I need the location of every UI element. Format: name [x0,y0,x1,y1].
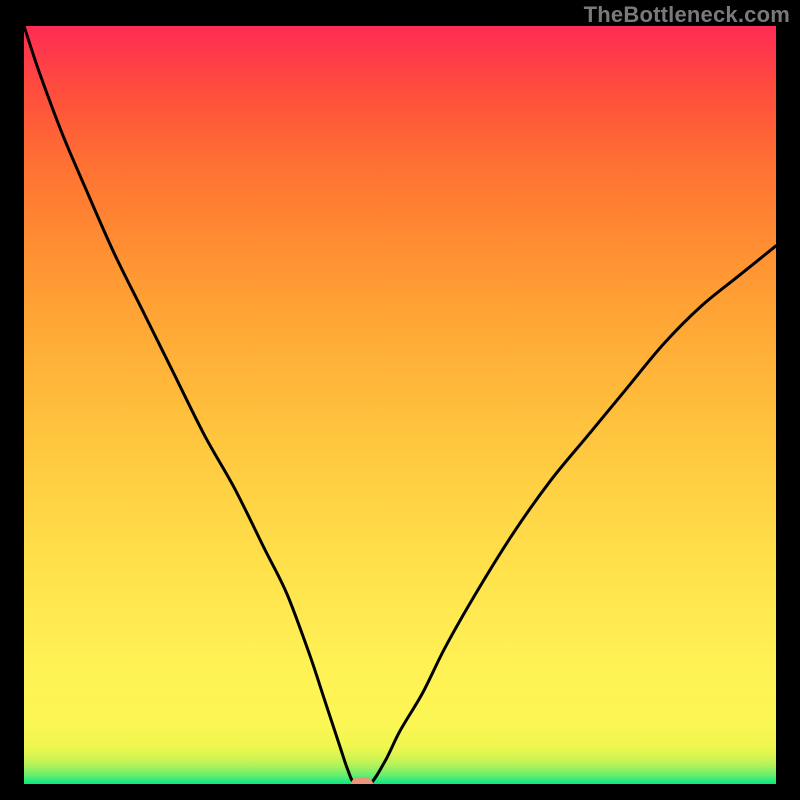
optimal-point-marker [351,777,373,784]
curve-svg [24,26,776,784]
watermark-label: TheBottleneck.com [584,2,790,28]
chart-frame: TheBottleneck.com [0,0,800,800]
bottleneck-curve [24,26,776,784]
plot-area [24,26,776,784]
